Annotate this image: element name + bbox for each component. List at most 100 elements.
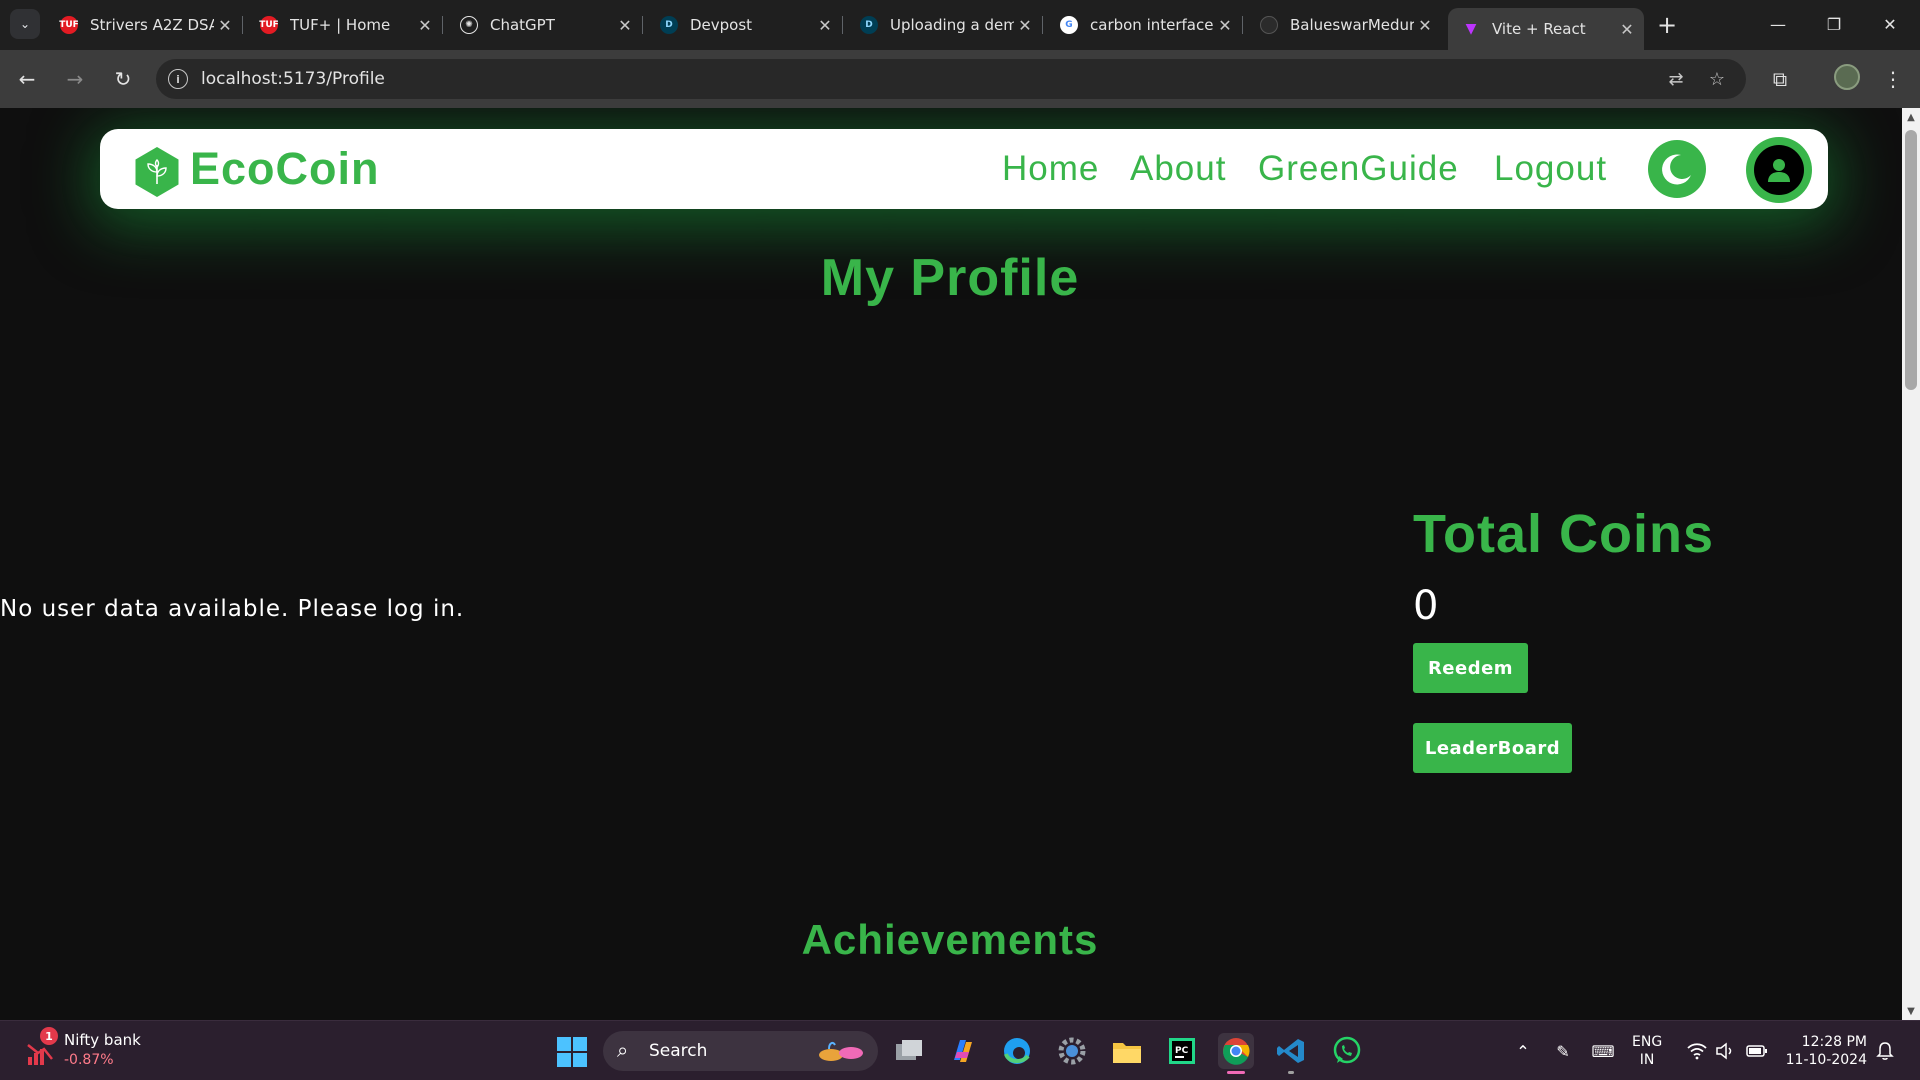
site-navbar: EcoCoin Home About GreenGuide Logout: [100, 129, 1828, 209]
new-tab-button[interactable]: +: [1652, 10, 1682, 40]
file-explorer-icon[interactable]: [1109, 1033, 1145, 1069]
theme-toggle-button[interactable]: [1648, 140, 1706, 198]
forward-button[interactable]: →: [60, 64, 90, 94]
clock-time: 12:28 PM: [1801, 1034, 1867, 1050]
scroll-down-icon[interactable]: ▼: [1902, 1002, 1920, 1020]
notification-badge: 1: [40, 1027, 58, 1045]
close-icon[interactable]: ✕: [1616, 20, 1638, 39]
pen-icon[interactable]: ✎: [1551, 1039, 1575, 1063]
total-coins-heading: Total Coins: [1413, 504, 1714, 564]
extensions-icon[interactable]: ⧉: [1765, 64, 1795, 94]
browser-profile-avatar[interactable]: [1834, 64, 1860, 90]
windows-start-icon[interactable]: [557, 1037, 587, 1067]
close-icon: ✕: [1883, 14, 1897, 34]
tab[interactable]: ✺ ChatGPT ✕: [446, 8, 643, 42]
region-code: IN: [1639, 1052, 1655, 1068]
stock-widget-name[interactable]: Nifty bank: [64, 1031, 141, 1049]
back-button[interactable]: ←: [12, 64, 42, 94]
chevron-up-icon[interactable]: ⌃: [1511, 1039, 1535, 1063]
edge-icon[interactable]: [999, 1033, 1035, 1069]
task-view-icon[interactable]: [891, 1033, 927, 1069]
nav-link-home[interactable]: Home: [1002, 149, 1099, 189]
tab-title: TUF+ | Home: [290, 16, 391, 34]
minimize-button[interactable]: —: [1750, 8, 1806, 40]
notification-bell-icon[interactable]: [1873, 1039, 1897, 1063]
redeem-button[interactable]: Reedem: [1413, 643, 1528, 693]
tab[interactable]: D Devpost ✕: [646, 8, 843, 42]
scroll-up-icon[interactable]: ▲: [1902, 108, 1920, 126]
user-profile-button[interactable]: [1746, 137, 1812, 203]
github-icon: [1260, 16, 1278, 34]
page-scrollbar[interactable]: ▲ ▼: [1902, 108, 1920, 1020]
nav-link-greenguide[interactable]: GreenGuide: [1258, 149, 1459, 189]
close-icon[interactable]: ✕: [614, 16, 636, 35]
tab-title: Vite + React: [1492, 20, 1586, 38]
settings-icon[interactable]: [1054, 1033, 1090, 1069]
close-icon[interactable]: ✕: [414, 16, 436, 35]
running-indicator: [1288, 1071, 1294, 1074]
chrome-icon[interactable]: [1218, 1033, 1254, 1074]
active-indicator: [1227, 1071, 1245, 1074]
close-icon[interactable]: ✕: [1214, 16, 1236, 35]
tab[interactable]: G carbon interface ✕: [1046, 8, 1243, 42]
reload-button[interactable]: ↻: [108, 64, 138, 94]
whatsapp-icon[interactable]: [1329, 1033, 1365, 1069]
pycharm-icon[interactable]: PC: [1164, 1033, 1200, 1069]
tab[interactable]: D Uploading a dem ✕: [846, 8, 1043, 42]
taskbar-search-label: Search: [649, 1041, 708, 1061]
vite-icon: ▼: [1465, 21, 1477, 37]
battery-icon[interactable]: [1745, 1039, 1769, 1063]
close-icon[interactable]: ✕: [814, 16, 836, 35]
tab-title: Devpost: [690, 16, 753, 34]
moon-icon: [1662, 154, 1691, 185]
total-coins-value: 0: [1413, 583, 1439, 629]
browser-toolbar: ← → ↻ i localhost:5173/Profile ⇄ ☆ ⧉ ⋮: [0, 50, 1920, 108]
close-icon[interactable]: ✕: [214, 16, 236, 35]
star-icon[interactable]: ☆: [1705, 67, 1729, 91]
site-info-icon[interactable]: i: [168, 69, 188, 89]
windows-taskbar: 1 Nifty bank -0.87% ⌕ Search PC ⌃ ✎ ⌨ EN…: [0, 1020, 1920, 1080]
volume-icon[interactable]: [1713, 1039, 1737, 1063]
tab-search-button[interactable]: ⌄: [10, 9, 40, 39]
copilot-icon[interactable]: [945, 1033, 981, 1069]
wifi-icon[interactable]: [1685, 1039, 1709, 1063]
devpost-icon: D: [660, 16, 678, 34]
url-text[interactable]: localhost:5173/Profile: [201, 69, 385, 89]
vscode-icon[interactable]: [1273, 1033, 1309, 1074]
tab[interactable]: TUF Strivers A2Z DSA ✕: [46, 8, 243, 42]
search-highlight-icon: [819, 1041, 863, 1061]
restore-icon: ❐: [1826, 14, 1842, 34]
leaf-logo-icon[interactable]: [135, 147, 179, 197]
tuf-icon: TUF: [59, 16, 79, 34]
nav-link-about[interactable]: About: [1130, 149, 1226, 189]
brand-name[interactable]: EcoCoin: [190, 143, 380, 195]
input-language[interactable]: ENG IN: [1632, 1033, 1662, 1069]
tab-title: Strivers A2Z DSA: [90, 16, 214, 34]
tuf-icon: TUF: [259, 16, 279, 34]
tab-title: carbon interface: [1090, 16, 1214, 34]
tab[interactable]: TUF TUF+ | Home ✕: [246, 8, 443, 42]
scrollbar-thumb[interactable]: [1905, 130, 1917, 390]
keyboard-icon[interactable]: ⌨: [1591, 1039, 1615, 1063]
no-user-message: No user data available. Please log in.: [0, 596, 465, 622]
translate-icon[interactable]: ⇄: [1664, 67, 1688, 91]
address-bar[interactable]: i localhost:5173/Profile ⇄ ☆: [156, 59, 1746, 99]
page-title: My Profile: [820, 249, 1080, 307]
tab-title: ChatGPT: [490, 16, 555, 34]
chatgpt-icon: ✺: [460, 16, 478, 34]
menu-icon[interactable]: ⋮: [1878, 64, 1908, 94]
tab[interactable]: BalueswarMedur ✕: [1246, 8, 1442, 42]
nav-link-logout[interactable]: Logout: [1494, 149, 1607, 189]
leaderboard-button[interactable]: LeaderBoard: [1413, 723, 1572, 773]
close-icon[interactable]: ✕: [1414, 16, 1436, 35]
plus-icon: +: [1656, 11, 1678, 39]
taskbar-search[interactable]: ⌕ Search: [603, 1031, 878, 1071]
chevron-down-icon: ⌄: [19, 17, 31, 31]
system-clock[interactable]: 12:28 PM 11-10-2024: [1783, 1033, 1867, 1069]
close-window-button[interactable]: ✕: [1862, 8, 1918, 40]
close-icon[interactable]: ✕: [1014, 16, 1036, 35]
arrow-right-icon: →: [66, 67, 84, 91]
browser-tab-strip: ⌄ TUF Strivers A2Z DSA ✕ TUF TUF+ | Home…: [0, 0, 1920, 50]
restore-button[interactable]: ❐: [1806, 8, 1862, 40]
tab-active[interactable]: ▼ Vite + React ✕: [1448, 8, 1644, 50]
